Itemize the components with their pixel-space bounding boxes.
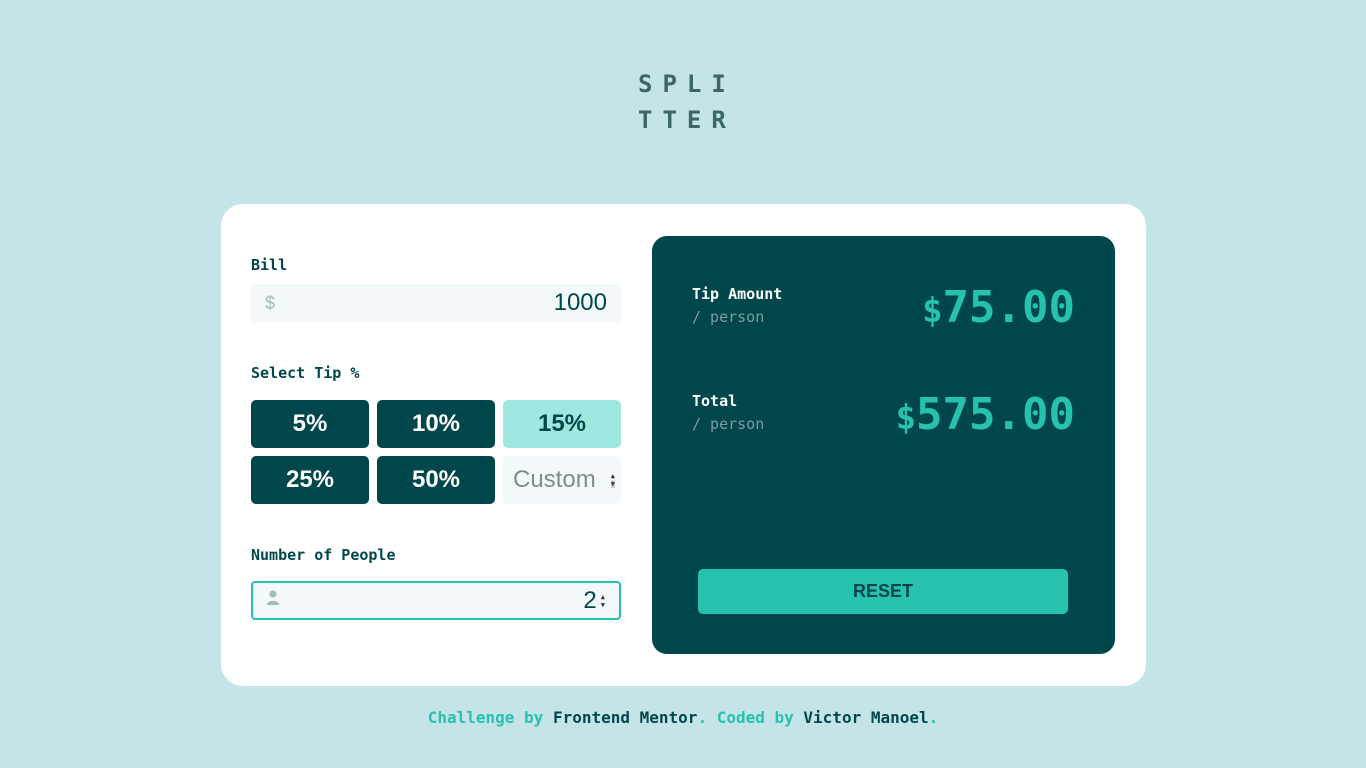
tip-button-5[interactable]: 5% (251, 400, 369, 448)
people-input[interactable]: 2 ▲ ▼ (251, 581, 621, 620)
spinner-up-icon[interactable]: ▲ (601, 593, 605, 601)
author-link[interactable]: Victor Manoel (803, 708, 928, 727)
results-panel: Tip Amount / person $75.00 Total / perso… (652, 236, 1115, 654)
custom-tip-input[interactable]: Custom ▲ ▼ (503, 456, 621, 504)
dollar-icon: $ (265, 292, 276, 313)
custom-tip-spinner[interactable]: ▲ ▼ (610, 472, 615, 488)
frontend-mentor-link[interactable]: Frontend Mentor (553, 708, 698, 727)
logo-line-1: SPLI (638, 70, 736, 98)
tip-button-50[interactable]: 50% (377, 456, 495, 504)
tip-amount-label: Tip Amount (692, 285, 783, 303)
total-currency: $ (895, 398, 917, 438)
tip-button-25[interactable]: 25% (251, 456, 369, 504)
footer-text-3: . (928, 708, 939, 727)
people-input-value: 2 (583, 586, 597, 614)
tip-button-10[interactable]: 10% (377, 400, 495, 448)
footer-text-2: . Coded by (697, 708, 804, 727)
tip-button-15[interactable]: 15% (503, 400, 621, 448)
people-label: Number of People (251, 546, 396, 564)
tip-amount-per-person: / person (692, 308, 765, 326)
spinner-down-icon[interactable]: ▼ (601, 601, 605, 609)
app-logo: SPLI TTER (638, 66, 734, 138)
bill-input[interactable]: $ 1000 (251, 284, 621, 322)
select-tip-label: Select Tip % (251, 364, 360, 382)
total-label: Total (692, 392, 738, 410)
spinner-up-icon[interactable]: ▲ (611, 472, 615, 480)
person-icon (267, 590, 287, 611)
reset-button[interactable]: RESET (698, 569, 1068, 614)
logo-line-2: TTER (638, 106, 736, 134)
people-spinner[interactable]: ▲ ▼ (601, 593, 605, 609)
footer-attribution: Challenge by Frontend Mentor. Coded by V… (0, 708, 1366, 727)
total-value: $575.00 (896, 389, 1075, 440)
bill-input-value: 1000 (553, 289, 607, 316)
spinner-down-icon[interactable]: ▼ (610, 480, 615, 488)
calculator-card: Bill $ 1000 Select Tip % 5% 10% 15% 25% … (221, 204, 1146, 686)
total-number: 575.00 (916, 389, 1075, 440)
custom-tip-placeholder: Custom (513, 466, 596, 493)
footer-text-1: Challenge by (427, 708, 553, 727)
bill-label: Bill (251, 256, 288, 274)
tip-amount-number: 75.00 (942, 282, 1075, 333)
total-per-person: / person (692, 415, 765, 433)
tip-currency: $ (922, 291, 943, 331)
tip-amount-value: $75.00 (922, 282, 1075, 333)
